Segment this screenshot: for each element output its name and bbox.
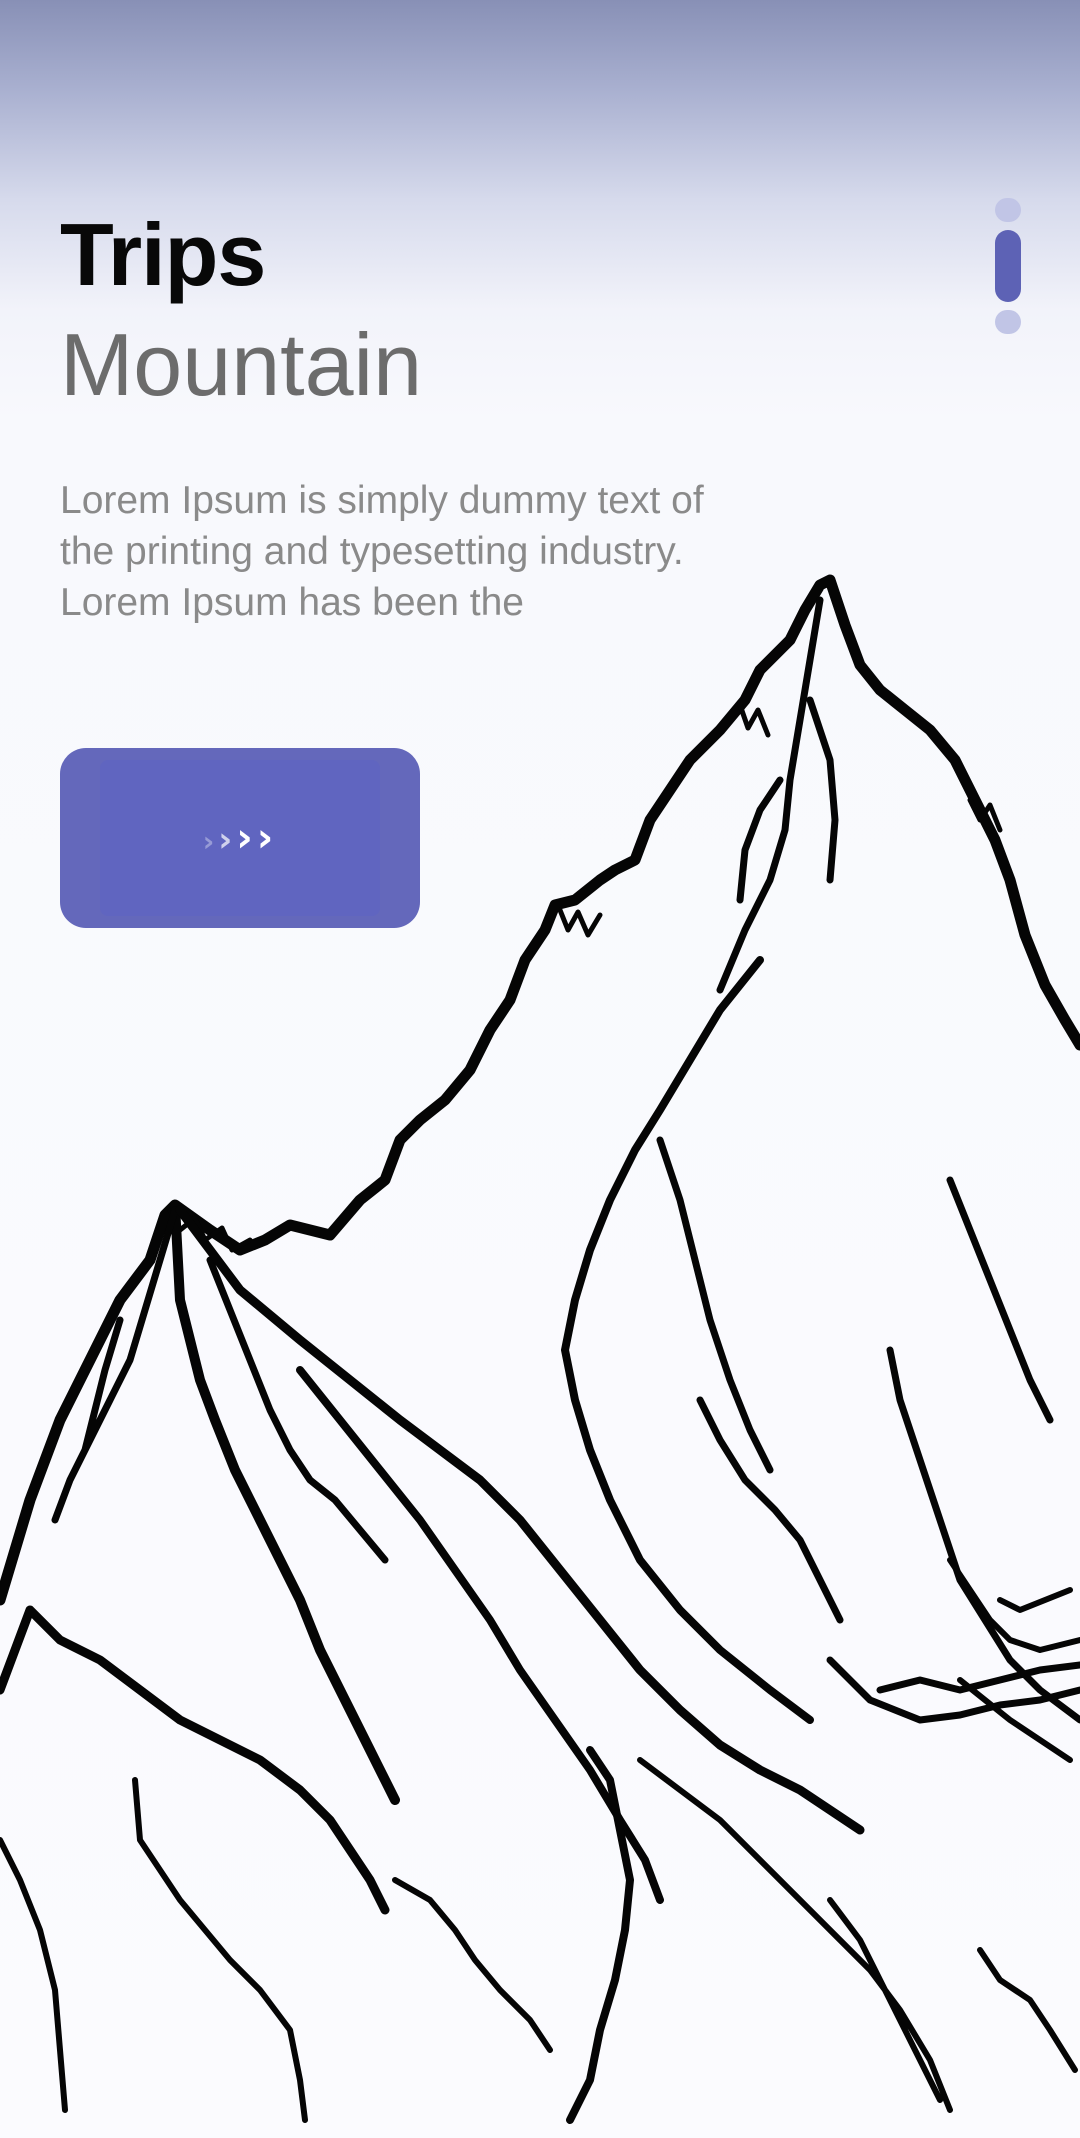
page-subtitle: Mountain [60, 315, 423, 414]
mountain-ridge-texture [167, 702, 1003, 1253]
page-title: Trips [60, 205, 266, 304]
page-dot[interactable] [995, 198, 1021, 222]
central-ridge [175, 1205, 865, 1835]
left-peak [170, 1200, 400, 1805]
right-face [656, 1136, 1080, 1724]
foreground-ridge [566, 1746, 634, 2124]
onboarding-screen: Trips Mountain Lorem Ipsum is simply dum… [0, 0, 1080, 2138]
foreground-lines [0, 1757, 1078, 2123]
right-face-shading [947, 1557, 1080, 1763]
page-indicator [995, 198, 1021, 334]
central-ridge-2 [296, 1366, 664, 1904]
spine-line [561, 956, 814, 1724]
mountain-sketch-illustration [0, 574, 1080, 2124]
page-dot[interactable] [995, 310, 1021, 334]
page-dot-active[interactable] [995, 230, 1021, 302]
